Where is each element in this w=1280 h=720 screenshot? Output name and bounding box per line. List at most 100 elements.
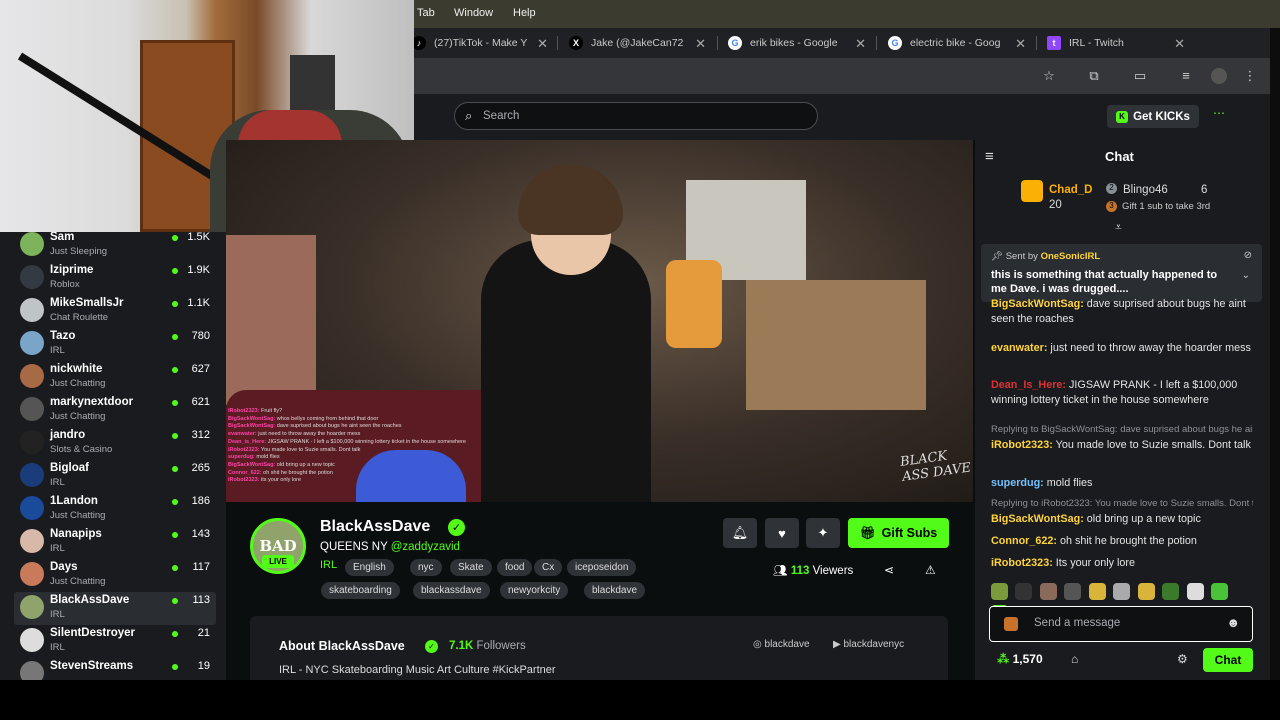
browser-tab-twitch[interactable]: t IRL - Twitch ✕ <box>1047 28 1185 58</box>
menu-help[interactable]: Help <box>513 7 536 19</box>
channel-name: markynextdoor <box>50 396 134 408</box>
more-options-icon[interactable]: ⋯ <box>1213 106 1225 120</box>
menu-tab[interactable]: Tab <box>417 7 435 19</box>
video-chat-overlay: iRobot2323: Fruit fly? BigSackWontSag: wh… <box>228 408 498 485</box>
browser-tab-google-2[interactable]: G electric bike - Goog ✕ <box>888 28 1026 58</box>
store-icon[interactable]: ⌂ <box>1071 652 1078 666</box>
close-icon[interactable]: ✕ <box>1015 36 1026 52</box>
video-player[interactable]: iRobot2323: Fruit fly? BigSackWontSag: wh… <box>226 140 973 502</box>
sidebar-channel-silentdestroyer[interactable]: SilentDestroyer IRL 21 <box>14 625 216 658</box>
more-menu-icon[interactable]: ⋮ <box>1242 68 1258 84</box>
leader-third-cta[interactable]: Gift 1 sub to take 3rd <box>1122 201 1210 212</box>
emote[interactable] <box>1064 583 1082 600</box>
points-icon: ⁂ <box>997 652 1010 666</box>
stream-tag[interactable]: iceposeidon <box>567 559 637 576</box>
bookmark-star-icon[interactable]: ☆ <box>1041 68 1057 84</box>
emote[interactable] <box>1137 583 1155 600</box>
chat-username[interactable]: Connor_622: <box>991 535 1057 547</box>
clip-button[interactable]: ✦ <box>806 518 840 548</box>
search-input[interactable]: ⌕ Search <box>454 102 818 130</box>
sparkle-icon: ✦ <box>817 525 829 540</box>
notifications-button[interactable]: 🔔︎ <box>723 518 757 548</box>
chat-username[interactable]: Dean_Is_Here: <box>991 379 1066 391</box>
extensions-icon[interactable]: ⧉ <box>1086 68 1102 84</box>
stream-handle[interactable]: @zaddyzavid <box>391 541 460 553</box>
sidebar-channel-tazo[interactable]: Tazo IRL 780 <box>14 328 216 361</box>
browser-tab-google-1[interactable]: G erik bikes - Google ✕ <box>728 28 866 58</box>
leader-first-name[interactable]: Chad_D <box>1049 184 1092 196</box>
chevron-down-icon[interactable]: ⌄ <box>1242 270 1250 281</box>
send-chat-button[interactable]: Chat <box>1203 648 1253 672</box>
stream-tag[interactable]: nyc <box>410 559 442 576</box>
channel-viewers: 143 <box>191 528 210 540</box>
streamer-name[interactable]: BlackAssDave <box>320 518 430 536</box>
instagram-link[interactable]: ◎ blackdave <box>753 639 810 650</box>
chat-username[interactable]: BigSackWontSag: <box>991 298 1084 310</box>
chat-username[interactable]: superdug: <box>991 477 1044 489</box>
emote[interactable] <box>1186 583 1204 600</box>
browser-tab-tiktok[interactable]: ♪ (27)TikTok - Make Y ✕ <box>412 28 548 58</box>
unpin-icon[interactable]: ⊘ <box>1244 250 1252 261</box>
emote[interactable] <box>1039 583 1057 600</box>
close-icon[interactable]: ✕ <box>537 36 548 52</box>
channel-avatar <box>20 232 44 256</box>
stream-tag[interactable]: blackassdave <box>413 582 490 599</box>
stream-title: QUEENS NY @zaddyzavid <box>320 541 460 553</box>
follow-button[interactable]: ♥ <box>765 518 799 548</box>
emote[interactable] <box>1162 583 1180 600</box>
gear-icon[interactable]: ⚙ <box>1177 652 1188 666</box>
sidebar-channel-stevenstreams[interactable]: StevenStreams 19 <box>14 658 216 680</box>
profile-avatar-icon[interactable] <box>1211 68 1227 84</box>
collapse-chat-icon[interactable]: ≡ <box>985 148 994 165</box>
stream-tag[interactable]: food <box>497 559 533 576</box>
chat-username[interactable]: iRobot2323: <box>991 557 1053 569</box>
emote[interactable] <box>1015 583 1033 600</box>
chat-message-input[interactable]: Send a message ☻ <box>989 606 1253 642</box>
browser-tab-x[interactable]: X Jake (@JakeCan72 ✕ <box>569 28 706 58</box>
sidebar-channel-1landon[interactable]: 1Landon Just Chatting 186 <box>14 493 216 526</box>
sidebar-channel-sam[interactable]: Sam Just Sleeping 1.5K <box>14 232 216 262</box>
report-icon[interactable]: ⚠ <box>925 563 936 577</box>
chat-username[interactable]: BigSackWontSag: <box>991 513 1084 525</box>
youtube-link[interactable]: ▶ blackdavenyc <box>833 639 904 650</box>
emote[interactable] <box>991 583 1008 600</box>
expand-leaderboard-icon[interactable]: ⩡ <box>1115 220 1122 235</box>
stream-tag[interactable]: skateboarding <box>321 582 400 599</box>
gift-subs-button[interactable]: 🎁︎ Gift Subs <box>848 518 949 548</box>
instagram-icon: ◎ <box>753 639 762 650</box>
sidebar-channel-days[interactable]: Days Just Chatting 117 <box>14 559 216 592</box>
leader-second-name[interactable]: Blingo46 <box>1123 184 1168 196</box>
sidebar-channel-mikesmallsjr[interactable]: MikeSmallsJr Chat Roulette 1.1K <box>14 295 216 328</box>
sidebar-channel-markynextdoor[interactable]: markynextdoor Just Chatting 621 <box>14 394 216 427</box>
emote[interactable] <box>1211 583 1229 600</box>
stream-tag[interactable]: English <box>345 559 394 576</box>
stream-tag[interactable]: blackdave <box>584 582 646 599</box>
channel-avatar <box>20 364 44 388</box>
close-icon[interactable]: ✕ <box>855 36 866 52</box>
sidebar-channel-nickwhite[interactable]: nickwhite Just Chatting 627 <box>14 361 216 394</box>
tab-search-icon[interactable]: ▭ <box>1132 68 1148 84</box>
leader-second-count: 6 <box>1201 184 1208 196</box>
share-icon[interactable]: ⋖ <box>884 563 894 577</box>
sidebar-channel-nanapips[interactable]: Nanapips IRL 143 <box>14 526 216 559</box>
sidebar-channel-jandro[interactable]: jandro Slots & Casino 312 <box>14 427 216 460</box>
emote[interactable] <box>1113 583 1131 600</box>
sidebar-channel-iziprime[interactable]: Iziprime Roblox 1.9K <box>14 262 216 295</box>
stream-tag[interactable]: newyorkcity <box>500 582 569 599</box>
channel-category: IRL <box>50 609 65 620</box>
chat-username[interactable]: evanwater: <box>991 342 1047 354</box>
emote[interactable] <box>1088 583 1106 600</box>
stream-tag[interactable]: Cx <box>534 559 563 576</box>
chat-username[interactable]: iRobot2323: <box>991 439 1053 451</box>
emoji-icon[interactable]: ☻ <box>1226 615 1240 630</box>
close-icon[interactable]: ✕ <box>1174 36 1185 52</box>
stream-tag[interactable]: Skate <box>450 559 492 576</box>
stream-category[interactable]: IRL <box>320 559 337 571</box>
channel-points[interactable]: ⁂ 1,570 <box>997 652 1043 666</box>
media-controls-icon[interactable]: ≡ <box>1178 68 1194 84</box>
sidebar-channel-blackassdave[interactable]: BlackAssDave IRL 113 <box>14 592 216 625</box>
get-kicks-button[interactable]: K Get KICKs <box>1107 105 1199 128</box>
close-icon[interactable]: ✕ <box>695 36 706 52</box>
menu-window[interactable]: Window <box>454 7 493 19</box>
sidebar-channel-bigloaf[interactable]: Bigloaf IRL 265 <box>14 460 216 493</box>
